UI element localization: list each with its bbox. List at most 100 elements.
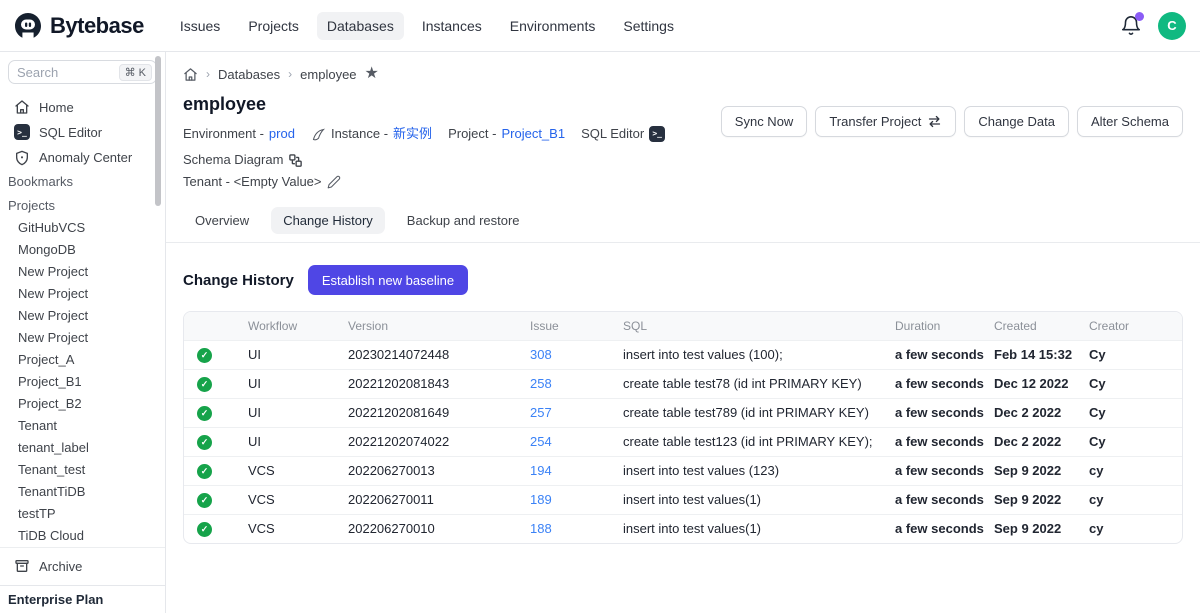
cell-workflow: VCS xyxy=(244,514,344,543)
breadcrumb: › Databases › employee ★ xyxy=(183,64,1183,84)
sidebar-project-item[interactable]: Project_A xyxy=(0,349,165,371)
sidebar-item-home[interactable]: Home xyxy=(0,94,165,119)
col-duration: Duration xyxy=(891,312,990,340)
cell-issue[interactable]: 188 xyxy=(526,514,619,543)
issue-link[interactable]: 189 xyxy=(530,492,552,507)
sidebar-archive-section: Archive xyxy=(0,547,165,585)
page-actions: Sync Now Transfer Project Change Data Al… xyxy=(721,106,1183,137)
edit-pencil-icon[interactable] xyxy=(327,175,341,189)
sidebar-project-item[interactable]: New Project xyxy=(0,261,165,283)
bytebase-logo[interactable]: Bytebase xyxy=(14,12,144,40)
nav-item-databases[interactable]: Databases xyxy=(317,12,404,40)
cell-issue[interactable]: 258 xyxy=(526,369,619,398)
cell-duration: a few seconds xyxy=(891,398,990,427)
issue-link[interactable]: 258 xyxy=(530,376,552,391)
cell-issue[interactable]: 257 xyxy=(526,398,619,427)
cell-creator: cy xyxy=(1085,456,1182,485)
search-input[interactable]: Search ⌘ K xyxy=(8,60,157,84)
change-data-button[interactable]: Change Data xyxy=(964,106,1069,137)
change-history-row[interactable]: ✓VCS202206270010188insert into test valu… xyxy=(184,514,1182,543)
breadcrumb-employee[interactable]: employee xyxy=(300,67,356,82)
brand-name: Bytebase xyxy=(50,13,144,39)
sidebar-section-projects[interactable]: Projects xyxy=(0,194,165,217)
status-success-icon: ✓ xyxy=(184,485,244,514)
issue-link[interactable]: 188 xyxy=(530,521,552,536)
sidebar-scrollbar[interactable] xyxy=(155,56,161,206)
search-placeholder: Search xyxy=(17,65,115,80)
status-success-icon: ✓ xyxy=(184,427,244,456)
cell-sql: insert into test values (123) xyxy=(619,456,891,485)
sidebar-item-archive[interactable]: Archive xyxy=(0,553,165,580)
sidebar-project-item[interactable]: Project_B1 xyxy=(0,371,165,393)
notification-dot xyxy=(1135,12,1144,21)
issue-link[interactable]: 194 xyxy=(530,463,552,478)
tab-overview[interactable]: Overview xyxy=(183,207,261,234)
cell-issue[interactable]: 194 xyxy=(526,456,619,485)
issue-link[interactable]: 257 xyxy=(530,405,552,420)
sidebar-project-item[interactable]: New Project xyxy=(0,305,165,327)
cell-issue[interactable]: 189 xyxy=(526,485,619,514)
status-success-icon: ✓ xyxy=(184,398,244,427)
issue-link[interactable]: 308 xyxy=(530,347,552,362)
cell-sql: insert into test values (100); xyxy=(619,340,891,369)
change-history-rows: ✓UI20230214072448308insert into test val… xyxy=(184,340,1182,543)
cell-workflow: UI xyxy=(244,340,344,369)
environment-link[interactable]: prod xyxy=(269,123,295,145)
project-link[interactable]: Project_B1 xyxy=(501,123,565,145)
establish-baseline-button[interactable]: Establish new baseline xyxy=(308,265,468,295)
change-history-row[interactable]: ✓VCS202206270011189insert into test valu… xyxy=(184,485,1182,514)
sync-now-button[interactable]: Sync Now xyxy=(721,106,808,137)
meta-sql-editor-link[interactable]: SQL Editor >_ xyxy=(581,123,665,145)
user-avatar[interactable]: C xyxy=(1158,12,1186,40)
bookmark-star-icon[interactable]: ★ xyxy=(365,66,379,82)
sidebar-section-bookmarks[interactable]: Bookmarks xyxy=(0,170,165,193)
cell-sql: insert into test values(1) xyxy=(619,514,891,543)
issue-link[interactable]: 254 xyxy=(530,434,552,449)
database-meta: Environment - prod Instance - 新实例 Projec… xyxy=(183,123,763,193)
tab-change-history[interactable]: Change History xyxy=(271,207,385,234)
breadcrumb-databases[interactable]: Databases xyxy=(218,67,280,82)
sidebar-project-item[interactable]: TenantTiDB xyxy=(0,481,165,503)
anomaly-center-shield-icon xyxy=(14,150,30,166)
nav-item-settings[interactable]: Settings xyxy=(613,12,684,40)
sidebar-project-item[interactable]: Tenant xyxy=(0,415,165,437)
sidebar-item-anomaly-center[interactable]: Anomaly Center xyxy=(0,145,165,170)
sidebar-project-item[interactable]: Tenant_test xyxy=(0,459,165,481)
notification-bell-icon[interactable] xyxy=(1120,15,1142,37)
cell-created: Sep 9 2022 xyxy=(990,514,1085,543)
nav-item-issues[interactable]: Issues xyxy=(170,12,230,40)
home-icon xyxy=(14,99,30,115)
meta-schema-diagram-link[interactable]: Schema Diagram xyxy=(183,149,303,171)
nav-item-projects[interactable]: Projects xyxy=(238,12,309,40)
change-history-row[interactable]: ✓UI20230214072448308insert into test val… xyxy=(184,340,1182,369)
sidebar-project-item[interactable]: testTP xyxy=(0,503,165,525)
sidebar-project-item[interactable]: tenant_label xyxy=(0,437,165,459)
instance-link[interactable]: 新实例 xyxy=(393,123,432,145)
sidebar-item-sql-editor[interactable]: >_ SQL Editor xyxy=(0,120,165,145)
change-history-row[interactable]: ✓UI20221202074022254create table test123… xyxy=(184,427,1182,456)
change-history-row[interactable]: ✓UI20221202081843258create table test78 … xyxy=(184,369,1182,398)
nav-item-instances[interactable]: Instances xyxy=(412,12,492,40)
cell-workflow: VCS xyxy=(244,456,344,485)
change-history-row[interactable]: ✓UI20221202081649257create table test789… xyxy=(184,398,1182,427)
alter-schema-button[interactable]: Alter Schema xyxy=(1077,106,1183,137)
cell-issue[interactable]: 308 xyxy=(526,340,619,369)
sql-editor-icon: >_ xyxy=(14,124,30,140)
cell-duration: a few seconds xyxy=(891,456,990,485)
nav-item-environments[interactable]: Environments xyxy=(500,12,606,40)
cell-workflow: VCS xyxy=(244,485,344,514)
sidebar-project-item[interactable]: New Project xyxy=(0,283,165,305)
transfer-project-button[interactable]: Transfer Project xyxy=(815,106,956,137)
cell-creator: Cy xyxy=(1085,369,1182,398)
table-header-row: Workflow Version Issue SQL Duration Crea… xyxy=(184,312,1182,340)
sidebar-project-item[interactable]: Project_B2 xyxy=(0,393,165,415)
sidebar-project-item[interactable]: New Project xyxy=(0,327,165,349)
change-history-row[interactable]: ✓VCS202206270013194insert into test valu… xyxy=(184,456,1182,485)
sidebar-item-label: Anomaly Center xyxy=(39,150,132,165)
tab-backup-and-restore[interactable]: Backup and restore xyxy=(395,207,532,234)
breadcrumb-home-icon[interactable] xyxy=(183,67,198,82)
cell-issue[interactable]: 254 xyxy=(526,427,619,456)
sidebar-project-item[interactable]: MongoDB xyxy=(0,239,165,261)
sidebar-project-item[interactable]: GitHubVCS xyxy=(0,217,165,239)
sidebar-project-item[interactable]: TiDB Cloud xyxy=(0,525,165,547)
